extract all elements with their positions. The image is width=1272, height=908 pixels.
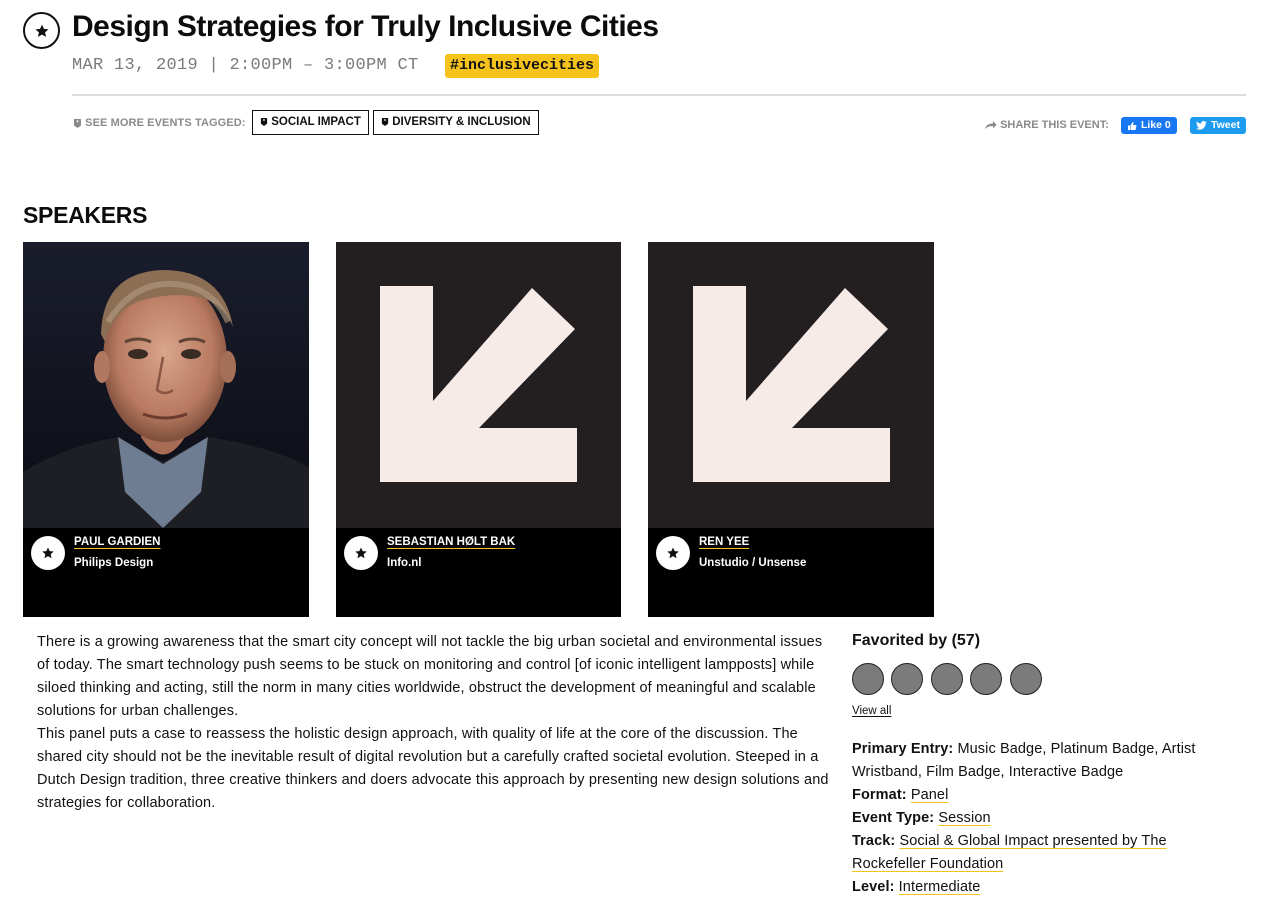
meta-label: Primary Entry: [852, 741, 954, 757]
meta-primary-entry: Primary Entry: Music Badge, Platinum Bad… [852, 738, 1232, 784]
meta-event-type: Event Type: Session [852, 807, 1232, 830]
format-link[interactable]: Panel [911, 787, 949, 803]
see-more-text: SEE MORE EVENTS TAGGED: [85, 117, 246, 129]
speaker-photo-placeholder[interactable] [336, 242, 621, 528]
meta-label: Track: [852, 833, 896, 849]
favorite-speaker-button[interactable] [344, 536, 378, 570]
speaker-name-link[interactable]: SEBASTIAN HØLT BAK [387, 536, 515, 548]
tweet-label: Tweet [1211, 119, 1240, 131]
track-link[interactable]: Social & Global Impact presented by The … [852, 833, 1167, 872]
avatar[interactable] [852, 663, 884, 695]
divider [72, 94, 1246, 96]
star-icon [355, 547, 367, 559]
share-text: SHARE THIS EVENT: [1000, 119, 1109, 131]
meta-level: Level: Intermediate [852, 876, 1232, 899]
view-all-link[interactable]: View all [852, 705, 891, 717]
speaker-organization: Philips Design [74, 557, 154, 569]
event-datetime: MAR 13, 2019 | 2:00PM – 3:00PM CT [72, 56, 419, 75]
meta-label: Level: [852, 879, 895, 895]
speaker-card[interactable]: PAUL GARDIEN Philips Design [23, 242, 309, 617]
speaker-card[interactable]: REN YEE Unstudio / Unsense [648, 242, 934, 617]
tag-social-impact[interactable]: SOCIAL IMPACT [252, 110, 369, 135]
placeholder-arrow-icon [336, 242, 621, 528]
meta-label: Format: [852, 787, 907, 803]
tag-label: SOCIAL IMPACT [271, 116, 361, 128]
event-title: Design Strategies for Truly Inclusive Ci… [72, 10, 659, 43]
favorite-event-button[interactable] [23, 12, 60, 49]
star-icon [42, 547, 54, 559]
facebook-thumb-icon [1128, 121, 1137, 130]
speaker-photo-placeholder[interactable] [648, 242, 934, 528]
avatar[interactable] [1010, 663, 1042, 695]
favorited-by-heading: Favorited by (57) [852, 632, 981, 649]
speaker-organization: Unstudio / Unsense [699, 557, 807, 569]
speakers-heading: SPEAKERS [23, 202, 148, 228]
tag-icon [381, 117, 389, 126]
placeholder-arrow-icon [648, 242, 934, 528]
twitter-bird-icon [1196, 121, 1207, 130]
avatar[interactable] [931, 663, 963, 695]
meta-track: Track: Social & Global Impact presented … [852, 830, 1232, 876]
tag-icon [74, 118, 81, 128]
speaker-photo[interactable] [23, 242, 309, 528]
tag-label: DIVERSITY & INCLUSION [392, 116, 531, 128]
meta-label: Event Type: [852, 810, 935, 826]
event-metadata: Primary Entry: Music Badge, Platinum Bad… [852, 738, 1232, 899]
share-event-label: SHARE THIS EVENT: [984, 119, 1109, 131]
description-paragraph: This panel puts a case to reassess the h… [37, 726, 829, 811]
meta-format: Format: Panel [852, 784, 1232, 807]
tag-diversity-inclusion[interactable]: DIVERSITY & INCLUSION [373, 110, 539, 135]
favorite-speaker-button[interactable] [656, 536, 690, 570]
event-description: There is a growing awareness that the sm… [37, 631, 837, 815]
speaker-name-link[interactable]: PAUL GARDIEN [74, 536, 160, 548]
event-hashtag[interactable]: #inclusivecities [445, 54, 600, 78]
facebook-like-button[interactable]: Like 0 [1121, 117, 1177, 134]
like-label: Like 0 [1141, 119, 1171, 131]
event-type-link[interactable]: Session [938, 810, 990, 826]
tag-icon [260, 117, 268, 126]
speaker-name-link[interactable]: REN YEE [699, 536, 749, 548]
tweet-button[interactable]: Tweet [1190, 117, 1246, 134]
level-link[interactable]: Intermediate [899, 879, 981, 895]
favorite-speaker-button[interactable] [31, 536, 65, 570]
speaker-organization: Info.nl [387, 557, 422, 569]
speaker-card[interactable]: SEBASTIAN HØLT BAK Info.nl [336, 242, 621, 617]
see-more-tags-label: SEE MORE EVENTS TAGGED: [73, 117, 246, 129]
share-arrow-icon [985, 121, 997, 130]
star-icon [34, 24, 49, 37]
avatar[interactable] [970, 663, 1002, 695]
avatar[interactable] [891, 663, 923, 695]
star-icon [667, 547, 679, 559]
description-paragraph: There is a growing awareness that the sm… [37, 634, 823, 719]
